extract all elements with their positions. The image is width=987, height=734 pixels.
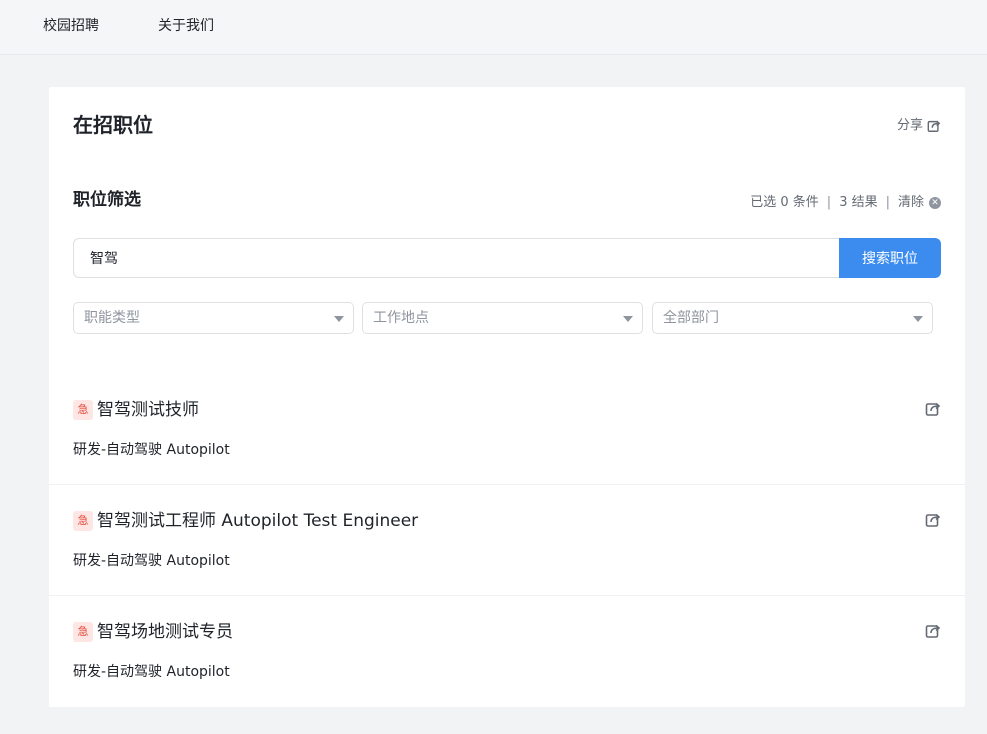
job-title-row: 急 智驾测试工程师 Autopilot Test Engineer: [73, 510, 418, 532]
job-department: 研发-自动驾驶 Autopilot: [73, 553, 230, 569]
chevron-down-icon: [913, 316, 923, 322]
job-title-row: 急 智驾测试技师: [73, 399, 199, 421]
select-placeholder: 全部部门: [663, 310, 719, 326]
share-icon[interactable]: [925, 401, 941, 417]
share-icon[interactable]: [925, 512, 941, 528]
urgent-tag: 急: [73, 511, 93, 531]
job-department: 研发-自动驾驶 Autopilot: [73, 664, 230, 680]
chevron-down-icon: [623, 316, 633, 322]
clear-label: 清除: [897, 195, 924, 210]
urgent-tag: 急: [73, 400, 93, 420]
filter-title: 职位筛选: [73, 190, 141, 210]
search-box: 搜索职位: [73, 238, 965, 278]
selected-count: 已选 0 条件: [750, 195, 819, 210]
separator: |: [885, 195, 890, 210]
close-circle-icon: ✕: [929, 197, 941, 209]
job-title: 智驾测试工程师 Autopilot Test Engineer: [97, 511, 419, 531]
function-type-select[interactable]: 职能类型: [73, 302, 354, 334]
search-input[interactable]: [73, 238, 840, 278]
urgent-tag: 急: [73, 622, 93, 642]
select-placeholder: 职能类型: [84, 310, 140, 326]
jobs-card: 在招职位 分享 职位筛选 已选 0 条件 | 3 结果 | 清除 ✕ 搜索职位 …: [49, 87, 965, 707]
job-department: 研发-自动驾驶 Autopilot: [73, 442, 230, 458]
department-select[interactable]: 全部部门: [652, 302, 933, 334]
nav-campus-recruitment[interactable]: 校园招聘: [43, 17, 99, 35]
job-item[interactable]: 急 智驾测试工程师 Autopilot Test Engineer 研发-自动驾…: [49, 485, 965, 596]
location-select[interactable]: 工作地点: [362, 302, 643, 334]
share-icon: [927, 120, 941, 132]
share-button[interactable]: 分享: [897, 118, 941, 134]
select-placeholder: 工作地点: [373, 310, 429, 326]
nav-about-us[interactable]: 关于我们: [158, 17, 214, 35]
share-label: 分享: [896, 118, 923, 133]
job-item[interactable]: 急 智驾测试技师 研发-自动驾驶 Autopilot: [49, 374, 965, 485]
separator: |: [826, 195, 832, 210]
chevron-down-icon: [334, 316, 344, 322]
job-title: 智驾测试技师: [97, 400, 199, 420]
result-count: 3 结果: [839, 195, 878, 210]
share-icon[interactable]: [925, 623, 941, 639]
top-nav: 校园招聘 关于我们: [0, 0, 987, 55]
clear-button[interactable]: 清除 ✕: [898, 195, 941, 211]
filter-summary: 已选 0 条件 | 3 结果 | 清除 ✕: [750, 195, 941, 211]
job-title-row: 急 智驾场地测试专员: [73, 621, 233, 643]
job-item[interactable]: 急 智驾场地测试专员 研发-自动驾驶 Autopilot: [49, 596, 965, 707]
page-title: 在招职位: [73, 113, 153, 137]
job-title: 智驾场地测试专员: [97, 622, 233, 642]
search-button[interactable]: 搜索职位: [839, 238, 941, 278]
